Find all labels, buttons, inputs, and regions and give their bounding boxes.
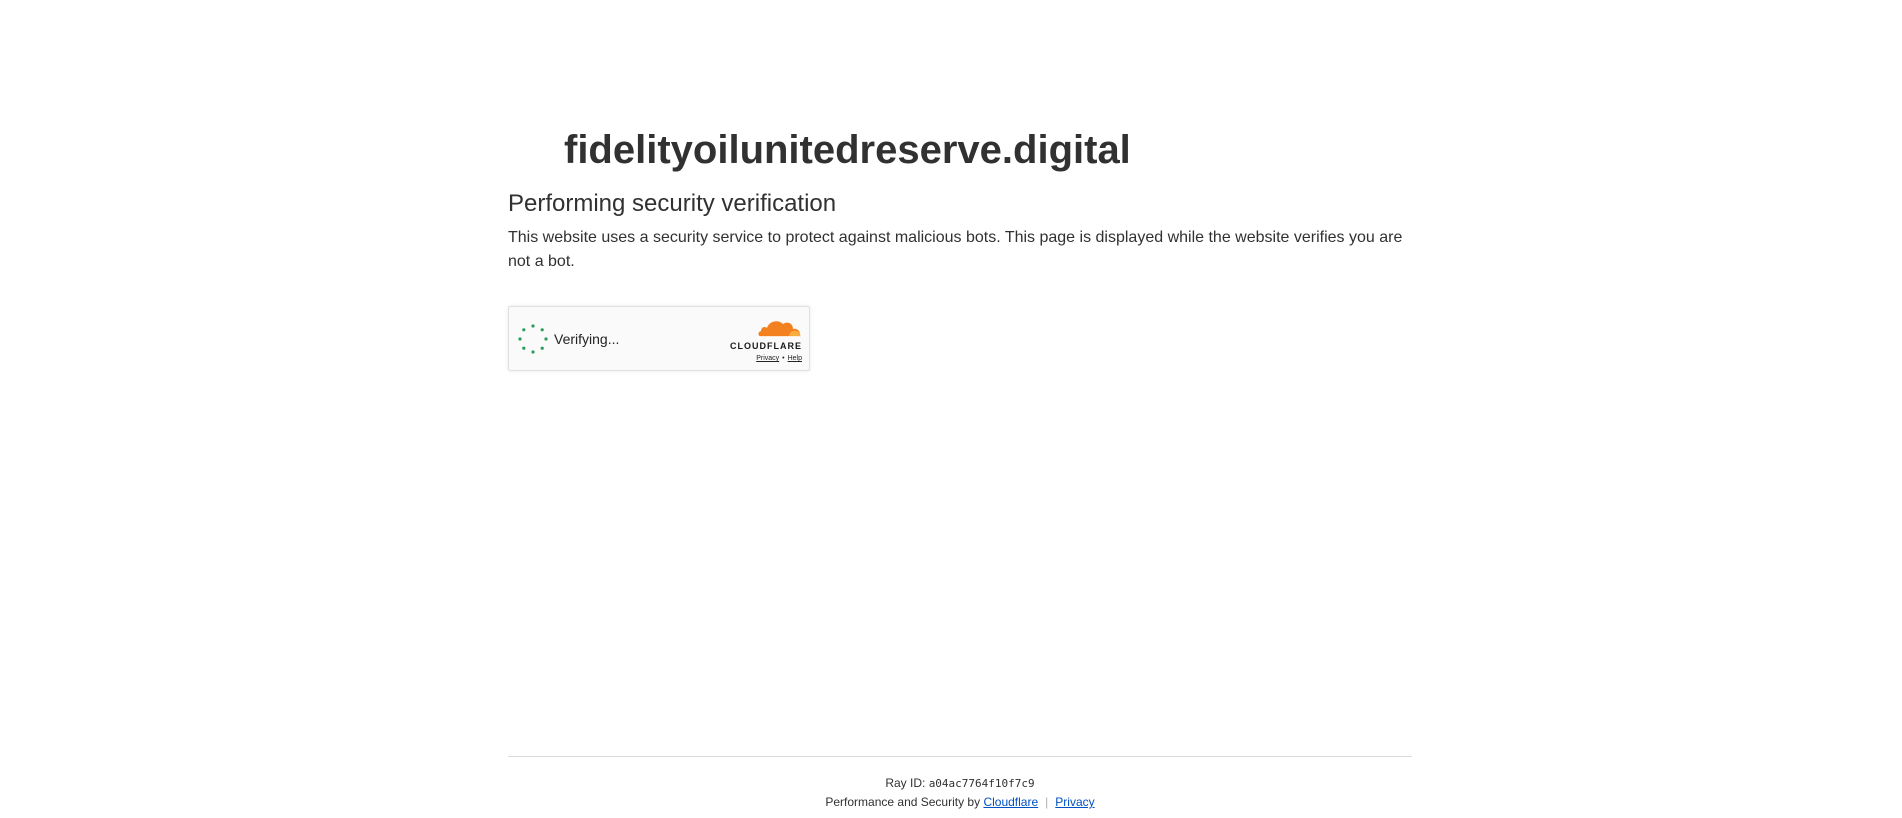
- cloudflare-cloud-icon: [758, 321, 801, 338]
- loading-spinner-icon: [518, 324, 548, 354]
- performance-line: Performance and Security by Cloudflare | P…: [508, 793, 1412, 812]
- verifying-status: Verifying...: [554, 331, 620, 347]
- ray-id: Ray ID: a04ac7764f10f7c9: [508, 774, 1412, 793]
- privacy-link[interactable]: Privacy: [1055, 795, 1094, 809]
- site-name: fidelityoilunitedreserve.digital: [564, 128, 1131, 172]
- widget-help-link[interactable]: Help: [788, 355, 802, 362]
- widget-link-separator: •: [782, 355, 785, 362]
- footer-divider: [508, 756, 1412, 757]
- page-description: This website uses a security service to …: [508, 229, 1403, 270]
- widget-privacy-link[interactable]: Privacy: [756, 355, 779, 362]
- cloudflare-wordmark: CLOUDFLARE: [730, 341, 802, 351]
- footer: Ray ID: a04ac7764f10f7c9 Performance and…: [508, 774, 1412, 812]
- cloudflare-logo: CLOUDFLARE Privacy • Help: [726, 317, 802, 362]
- widget-links: Privacy • Help: [756, 355, 802, 362]
- ray-id-label: Ray ID:: [885, 776, 926, 790]
- page-heading: Performing security verification: [508, 190, 837, 217]
- ray-id-value: a04ac7764f10f7c9: [928, 777, 1035, 790]
- footer-separator: |: [1045, 795, 1049, 809]
- cloudflare-link[interactable]: Cloudflare: [983, 795, 1038, 809]
- turnstile-widget[interactable]: Verifying... CLOUDFLARE Privacy • Help: [508, 306, 810, 371]
- performance-text: Performance and Security by: [825, 795, 981, 809]
